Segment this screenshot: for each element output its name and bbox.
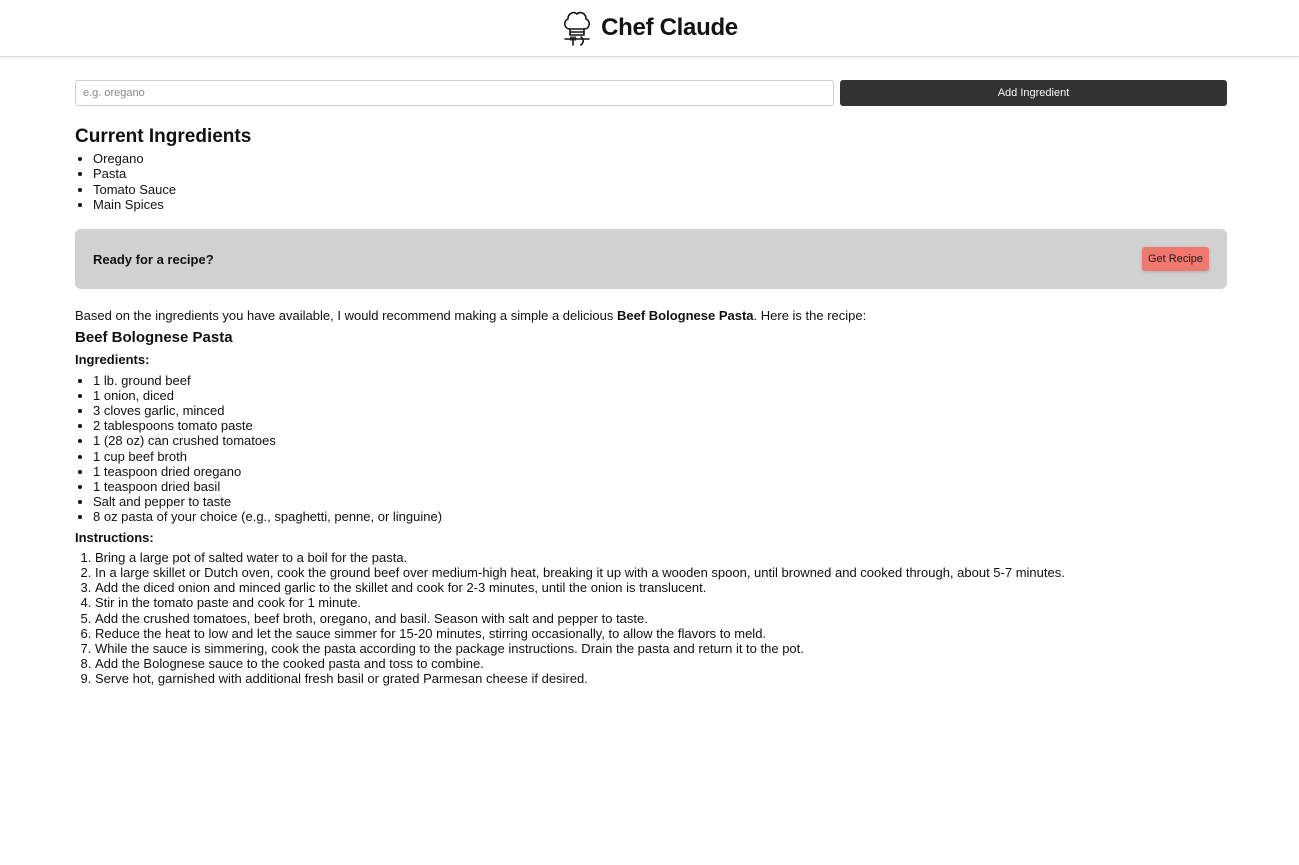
recipe-intro-tail: . Here is the recipe: [753,308,867,324]
recipe-instruction-step: Add the Bolognese sauce to the cooked pa… [95,656,1227,671]
main-content: Add Ingredient Current Ingredients Orega… [0,57,1299,687]
ingredient-item: Oregano [93,151,1227,166]
recipe-section: Based on the ingredients you have availa… [75,308,1227,686]
recipe-title: Beef Bolognese Pasta [75,329,233,347]
recipe-ingredient-item: 1 teaspoon dried basil [93,479,1227,494]
app-title: Chef Claude [601,14,738,41]
recipe-ingredient-item: 1 teaspoon dried oregano [93,464,1227,479]
current-ingredients-heading: Current Ingredients [75,126,252,147]
recipe-ingredient-item: 1 cup beef broth [93,449,1227,464]
ready-heading: Ready for a recipe? [93,251,214,267]
recipe-instruction-step: Add the diced onion and minced garlic to… [95,580,1227,595]
ingredient-item: Tomato Sauce [93,182,1227,197]
recipe-ingredient-item: 3 cloves garlic, minced [93,403,1227,418]
recipe-instruction-step: Bring a large pot of salted water to a b… [95,550,1227,565]
recipe-instruction-step: Reduce the heat to low and let the sauce… [95,626,1227,641]
recipe-instruction-step: Add the crushed tomatoes, beef broth, or… [95,611,1227,626]
add-ingredient-form: Add Ingredient [75,80,1227,106]
recipe-instruction-step: Serve hot, garnished with additional fre… [95,671,1227,686]
recipe-ingredient-item: 1 (28 oz) can crushed tomatoes [93,433,1227,448]
app-header: Chef Claude [0,0,1299,57]
recipe-ingredient-item: 1 onion, diced [93,388,1227,403]
get-recipe-container: Ready for a recipe? Get Recipe [75,229,1227,290]
recipe-intro-dish: Beef Bolognese Pasta [616,308,754,324]
recipe-instruction-step: In a large skillet or Dutch oven, cook t… [95,565,1227,580]
recipe-intro: Based on the ingredients you have availa… [75,308,1227,323]
recipe-ingredient-item: 8 oz pasta of your choice (e.g., spaghet… [93,509,1227,524]
chef-hat-icon [561,9,593,47]
recipe-ingredient-item: 2 tablespoons tomato paste [93,418,1227,433]
recipe-instructions-list: Bring a large pot of salted water to a b… [75,550,1227,687]
recipe-instruction-step: Stir in the tomato paste and cook for 1 … [95,595,1227,610]
recipe-ingredients-label: Ingredients: [75,352,150,368]
ingredient-item: Pasta [93,166,1227,181]
ingredient-input[interactable] [75,80,834,106]
add-ingredient-button[interactable]: Add Ingredient [840,80,1227,106]
recipe-intro-text: Based on the ingredients you have availa… [75,308,617,324]
recipe-ingredients-list: 1 lb. ground beef 1 onion, diced 3 clove… [75,373,1227,525]
recipe-ingredient-item: 1 lb. ground beef [93,373,1227,388]
current-ingredients-list: Oregano Pasta Tomato Sauce Main Spices [75,151,1227,212]
recipe-ingredient-item: Salt and pepper to taste [93,494,1227,509]
ingredient-item: Main Spices [93,197,1227,212]
recipe-instructions-label: Instructions: [75,529,154,545]
recipe-instruction-step: While the sauce is simmering, cook the p… [95,641,1227,656]
get-recipe-button[interactable]: Get Recipe [1141,247,1209,272]
current-ingredients-section: Current Ingredients Oregano Pasta Tomato… [75,125,1227,212]
